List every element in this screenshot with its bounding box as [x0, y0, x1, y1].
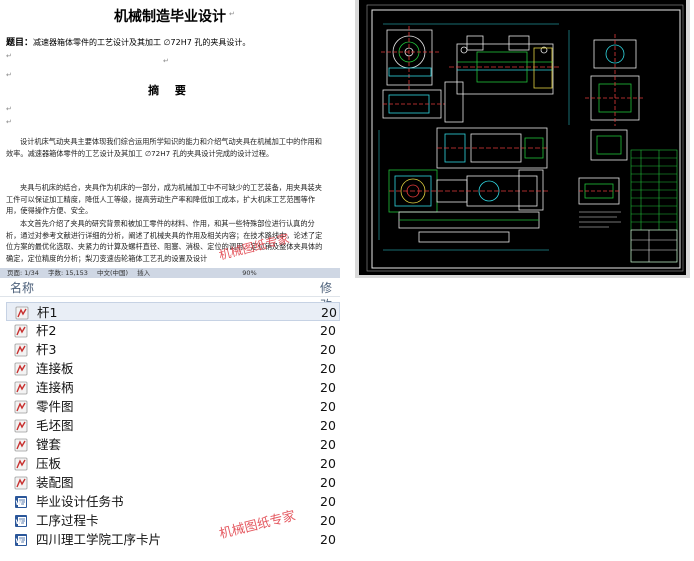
word-document-preview: 机械制造毕业设计 ↵ 题目：减速器箱体零件的工艺设计及其加工 ∅72H7 孔的夹…: [0, 0, 340, 268]
abstract-paragraph-1: 设计机床气动夹具主要体现我们综合运用所学知识的能力和介绍气动夹具在机械加工中的作…: [6, 137, 322, 158]
drawing-file-icon: [14, 475, 28, 490]
list-header: 名称 修改: [0, 278, 340, 312]
file-row[interactable]: 压板 20: [6, 454, 340, 473]
middle-section-view: [436, 127, 628, 169]
column-header-name[interactable]: 名称: [10, 279, 34, 296]
drawing-file-icon: [14, 418, 28, 433]
file-name: 毛坯图: [36, 418, 74, 433]
cad-assembly-drawing[interactable]: [359, 0, 686, 275]
file-name: 装配图: [36, 475, 74, 490]
abstract-paragraph-2: 夹具与机床的结合，夹具作为机床的一部分，成为机械加工中不可缺少的工艺装备，用夹具…: [6, 183, 322, 216]
right-elevation-view: [585, 34, 645, 126]
front-view-circle: [381, 26, 439, 90]
file-name: 杆2: [36, 323, 57, 338]
abstract-heading: 摘 要: [148, 84, 192, 97]
drawing-file-icon: [14, 437, 28, 452]
file-modified-date: 20: [320, 513, 336, 528]
file-row[interactable]: W 四川理工学院工序卡片 20: [6, 530, 340, 549]
file-name: 连接柄: [36, 380, 74, 395]
word-status-bar: 页面: 1/34 字数: 15,153 中文(中国) 插入 90%: [0, 268, 340, 278]
file-name: 杆1: [37, 305, 58, 320]
drawing-file-icon: [14, 361, 28, 376]
file-modified-date: 20: [320, 456, 336, 471]
file-modified-date: 20: [320, 399, 336, 414]
technical-notes: [579, 211, 621, 228]
document-title: 机械制造毕业设计: [114, 9, 226, 25]
status-language[interactable]: 中文(中国): [97, 269, 128, 277]
file-modified-date: 20: [320, 380, 336, 395]
document-topic: 题目：减速器箱体零件的工艺设计及其加工 ∅72H7 孔的夹具设计。: [6, 35, 250, 48]
drawing-canvas: [366, 4, 684, 272]
file-row[interactable]: 杆1 20: [6, 302, 340, 321]
file-modified-date: 20: [320, 437, 336, 452]
file-row[interactable]: 装配图 20: [6, 473, 340, 492]
drawing-file-icon: [14, 399, 28, 414]
file-row[interactable]: 杆2 20: [6, 321, 340, 340]
drawing-file-icon: [14, 323, 28, 338]
side-view-block: [382, 81, 464, 123]
file-name: 连接板: [36, 361, 74, 376]
dimension-lines: [378, 23, 570, 251]
word-file-icon: W: [14, 494, 28, 508]
fixture-detail-view: [388, 169, 549, 243]
file-modified-date: 20: [320, 342, 336, 357]
drawing-file-icon: [14, 456, 28, 471]
paragraph-mark: ↵: [6, 105, 12, 113]
topic-label: 题目：: [6, 38, 34, 48]
svg-text:W: W: [16, 500, 23, 507]
paragraph-mark: ↵: [6, 52, 12, 60]
parts-list-table: [630, 149, 678, 263]
paragraph-mark: ↵: [6, 118, 12, 126]
file-modified-date: 20: [320, 323, 336, 338]
svg-text:W: W: [16, 519, 23, 526]
file-modified-date: 20: [320, 494, 336, 509]
file-row[interactable]: 连接柄 20: [6, 378, 340, 397]
file-row[interactable]: 毛坯图 20: [6, 416, 340, 435]
file-name: 镗套: [36, 437, 62, 452]
svg-text:W: W: [16, 538, 23, 545]
file-row[interactable]: 镗套 20: [6, 435, 340, 454]
file-explorer-list: 名称 修改 杆120杆220杆320连接板20连接柄20零件图20毛坯图20镗套…: [0, 278, 340, 561]
file-modified-date: 20: [321, 305, 337, 320]
file-row[interactable]: 连接板 20: [6, 359, 340, 378]
file-modified-date: 20: [320, 418, 336, 433]
title-block: [630, 229, 678, 263]
top-assembly-view: [449, 35, 559, 95]
file-name: 四川理工学院工序卡片: [36, 532, 162, 547]
file-modified-date: 20: [320, 532, 336, 547]
paragraph-mark: ↵: [163, 57, 169, 65]
file-row[interactable]: 杆3 20: [6, 340, 340, 359]
drawing-file-icon: [15, 305, 29, 320]
file-name: 毕业设计任务书: [36, 494, 124, 509]
file-name: 压板: [36, 456, 62, 471]
drawing-file-icon: [14, 380, 28, 395]
status-insert-mode[interactable]: 插入: [137, 269, 150, 277]
drawing-file-icon: [14, 342, 28, 357]
file-name: 杆3: [36, 342, 57, 357]
status-page[interactable]: 页面: 1/34: [7, 269, 39, 277]
paragraph-mark: ↵: [6, 71, 12, 79]
topic-text: 减速器箱体零件的工艺设计及其加工 ∅72H7 孔的夹具设计。: [33, 38, 251, 47]
status-zoom[interactable]: 90%: [242, 269, 256, 277]
file-modified-date: 20: [320, 361, 336, 376]
word-file-icon: W: [14, 532, 28, 546]
file-name: 零件图: [36, 399, 74, 414]
file-modified-date: 20: [320, 475, 336, 490]
detail-part-view: [578, 177, 621, 205]
word-file-icon: W: [14, 513, 28, 527]
file-name: 工序过程卡: [36, 513, 99, 528]
status-word-count[interactable]: 字数: 15,153: [48, 269, 88, 277]
file-row[interactable]: 零件图 20: [6, 397, 340, 416]
paragraph-mark: ↵: [229, 10, 235, 18]
